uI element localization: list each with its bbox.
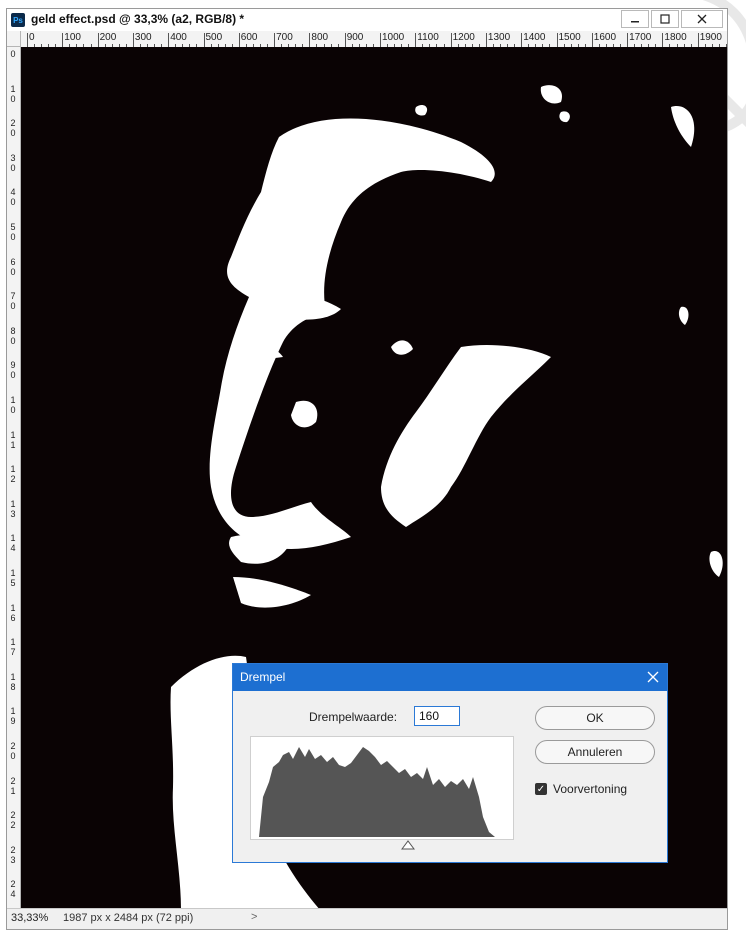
ruler-corner[interactable] (7, 31, 21, 47)
ruler-label: 1 6 (10, 602, 16, 623)
ruler-label: 2 2 (10, 810, 16, 831)
ruler-label: 2 3 (10, 844, 16, 865)
document-title: geld effect.psd @ 33,3% (a2, RGB/8) * (31, 12, 245, 26)
ruler-tick (485, 33, 487, 47)
ruler-label: 4 0 (10, 187, 16, 208)
ruler-label: 0 (29, 32, 35, 43)
dialog-close-button[interactable] (647, 667, 659, 687)
dialog-title: Drempel (240, 670, 286, 684)
minimize-button[interactable] (621, 10, 649, 28)
ruler-tick (591, 33, 593, 47)
zoom-level[interactable]: 33,33% (11, 912, 48, 924)
ruler-label: 2 4 (10, 879, 16, 900)
ruler-tick (309, 33, 311, 47)
ruler-tick (380, 33, 381, 47)
ruler-label: 600 (240, 32, 258, 43)
ruler-tick (274, 33, 276, 47)
close-icon (697, 14, 707, 24)
threshold-slider-handle[interactable] (401, 840, 415, 850)
preview-label[interactable]: Voorvertoning (553, 782, 627, 796)
status-menu-arrow[interactable]: > (251, 911, 257, 923)
ruler-tick (415, 33, 417, 47)
ruler-tick (62, 33, 64, 47)
threshold-value-input[interactable]: 160 (414, 706, 460, 726)
maximize-button[interactable] (651, 10, 679, 28)
ruler-tick (627, 33, 629, 47)
ruler-label: 2 1 (10, 775, 16, 796)
ruler-label: 5 0 (10, 222, 16, 242)
ruler-label: 0 (10, 49, 16, 59)
ruler-tick (697, 33, 699, 47)
close-icon (647, 671, 659, 683)
ruler-label: 1200 (452, 32, 475, 43)
ruler-label: 400 (170, 32, 187, 43)
ruler-tick (556, 33, 558, 47)
ruler-tick (662, 33, 664, 47)
vertical-ruler[interactable]: 0 1 0 2 0 3 0 4 0 5 0 6 0 7 0 8 0 9 0 1 0 1 1 1 2 1 3… (7, 47, 21, 909)
ruler-label: 1000 (382, 32, 405, 43)
threshold-dialog: Drempel Drempelwaarde: 160 OK Annuleren … (232, 663, 668, 863)
document-size: 1987 px x 2484 px (72 ppi) (63, 912, 194, 924)
ruler-label: 8 0 (10, 325, 16, 346)
ruler-label: 9 0 (10, 360, 16, 381)
ruler-label: 800 (311, 32, 329, 43)
ruler-label: 900 (346, 32, 364, 43)
ruler-label: 200 (99, 32, 117, 43)
threshold-label: Drempelwaarde: (309, 710, 398, 724)
ruler-label: 1900 (699, 32, 722, 43)
ruler-tick (132, 33, 134, 47)
close-button[interactable] (681, 10, 723, 28)
ruler-label: 1 0 (10, 395, 16, 415)
ruler-label: 1600 (593, 32, 617, 43)
ruler-label: 1700 (629, 32, 652, 43)
histogram-graph (259, 747, 495, 837)
ruler-label: 300 (134, 32, 152, 43)
cancel-button[interactable]: Annuleren (535, 740, 655, 764)
ruler-label: 1500 (558, 32, 581, 43)
ruler-tick (168, 33, 170, 47)
ruler-tick (97, 33, 99, 47)
minimize-icon (631, 21, 639, 23)
ruler-label: 7 0 (10, 291, 16, 312)
ruler-label: 1 8 (10, 671, 16, 692)
maximize-icon (660, 14, 670, 24)
status-bar: 33,33% 1987 px x 2484 px (72 ppi) > (7, 908, 727, 929)
ruler-tick (521, 33, 523, 47)
ruler-label: 1 3 (10, 498, 16, 519)
ruler-label: 2 0 (10, 118, 16, 139)
photoshop-app-icon: Ps (11, 13, 25, 27)
ruler-tick (450, 33, 452, 47)
ruler-label: 700 (276, 32, 293, 43)
ruler-label: 1 1 (10, 429, 16, 450)
ruler-label: 1100 (417, 32, 439, 43)
horizontal-ruler[interactable]: 0 100 200 300 400 500 600 700 800 900 1000 1100 1200… (21, 31, 727, 48)
document-titlebar[interactable]: Ps geld effect.psd @ 33,3% (a2, RGB/8) * (7, 9, 727, 31)
ruler-label: 1300 (487, 32, 511, 43)
ruler-label: 1 4 (10, 533, 16, 554)
ruler-label: 1800 (664, 32, 687, 43)
ruler-tick (344, 33, 346, 47)
ruler-label: 1 9 (10, 706, 16, 727)
ruler-label: 1 2 (10, 464, 16, 485)
ruler-label: 2 0 (10, 741, 16, 761)
ruler-tick (238, 33, 240, 47)
ruler-label: 6 0 (10, 256, 16, 277)
histogram[interactable] (250, 736, 514, 840)
ruler-label: 500 (205, 32, 223, 43)
ruler-tick (203, 33, 205, 47)
ruler-label: 1400 (523, 32, 546, 43)
ruler-label: 1 5 (10, 568, 16, 588)
ruler-label: 100 (64, 32, 81, 43)
dialog-titlebar[interactable]: Drempel (233, 664, 667, 691)
ruler-tick (27, 33, 28, 47)
preview-checkbox[interactable]: ✓ (535, 783, 547, 795)
ruler-label: 3 0 (10, 152, 16, 173)
ruler-label: 1 0 (10, 83, 16, 104)
ok-button[interactable]: OK (535, 706, 655, 730)
ruler-label: 1 7 (10, 637, 16, 658)
